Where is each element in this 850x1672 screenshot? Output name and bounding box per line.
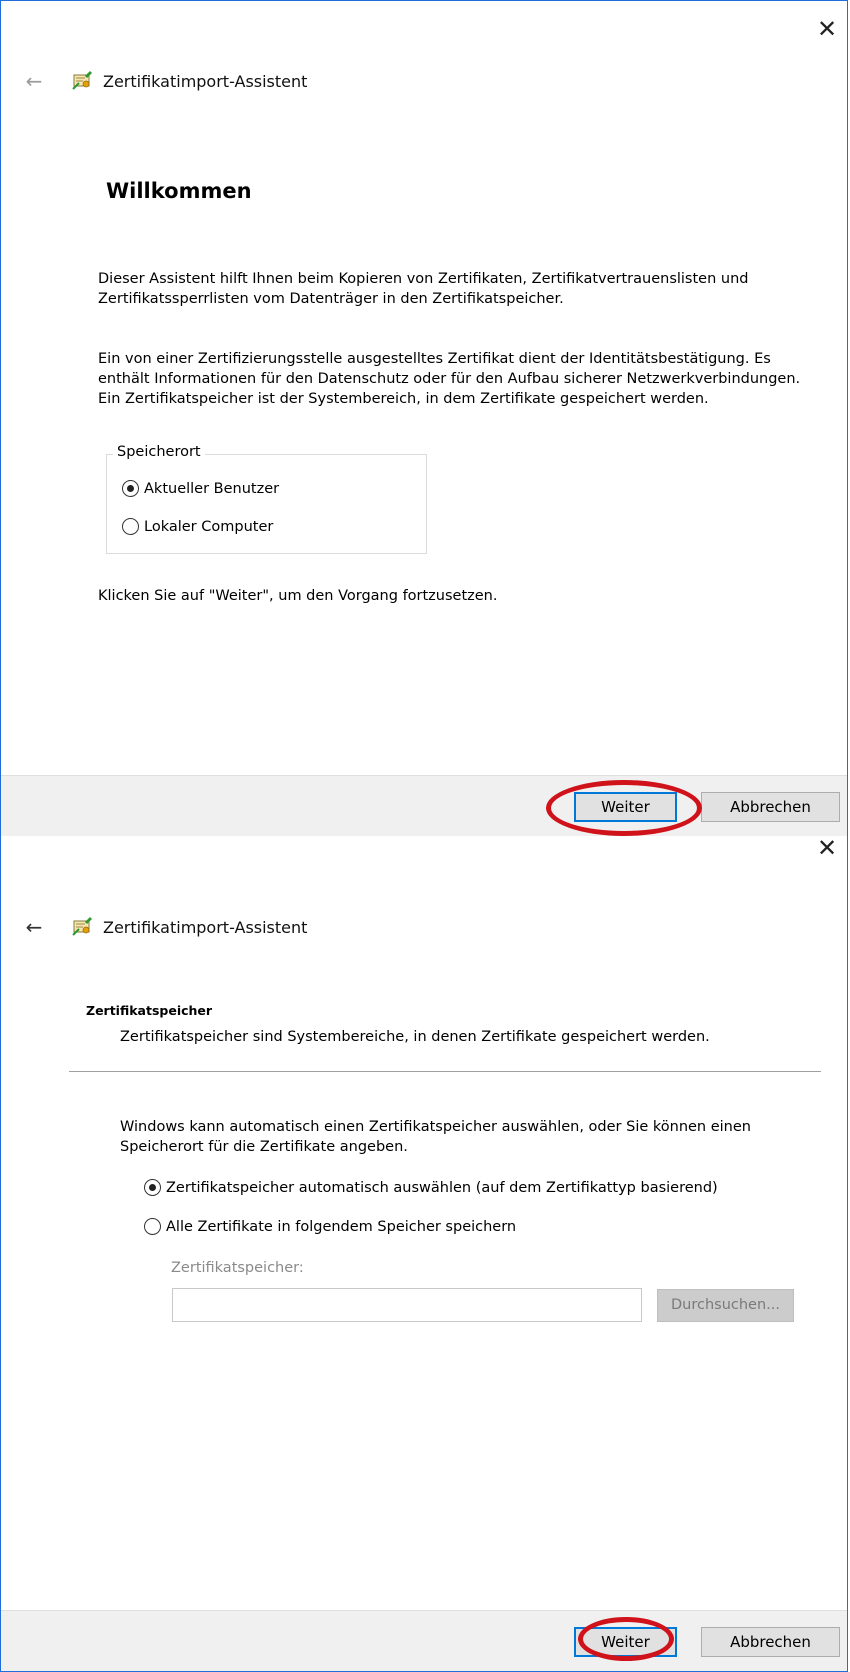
- certificate-icon: [72, 71, 92, 90]
- wizard-title-bar: ← Zertifikatimport-Assistent: [23, 66, 308, 96]
- radio-label: Aktueller Benutzer: [144, 480, 280, 497]
- store-location-group: Speicherort Aktueller Benutzer Lokaler C…: [106, 444, 427, 554]
- page-title: Willkommen: [106, 179, 252, 203]
- radio-button-unchecked[interactable]: [144, 1218, 161, 1235]
- store-field-label: Zertifikatspeicher:: [171, 1260, 304, 1276]
- browse-button[interactable]: Durchsuchen...: [657, 1289, 794, 1322]
- info-paragraph: Ein von einer Zertifizierungsstelle ausg…: [98, 351, 801, 407]
- radio-button-unchecked[interactable]: [122, 518, 139, 535]
- section-title: Zertifikatspeicher: [86, 1003, 213, 1018]
- store-location-legend: Speicherort: [113, 444, 205, 460]
- next-button[interactable]: Weiter: [574, 792, 677, 822]
- next-button[interactable]: Weiter: [574, 1627, 677, 1657]
- continue-hint: Klicken Sie auf "Weiter", um den Vorgang…: [98, 588, 498, 604]
- close-icon[interactable]: ✕: [813, 836, 841, 862]
- radio-local-computer[interactable]: Lokaler Computer: [122, 518, 273, 535]
- radio-manual-store[interactable]: Alle Zertifikate in folgendem Speicher s…: [144, 1218, 516, 1235]
- radio-label: Zertifikatspeicher automatisch auswählen…: [166, 1179, 718, 1196]
- wizard-title: Zertifikatimport-Assistent: [103, 71, 308, 91]
- store-field[interactable]: [172, 1288, 642, 1322]
- back-arrow-icon[interactable]: ←: [23, 70, 45, 92]
- back-arrow-icon[interactable]: ←: [23, 916, 45, 938]
- certificate-icon: [72, 917, 92, 936]
- cancel-button[interactable]: Abbrechen: [701, 792, 840, 822]
- radio-button-checked[interactable]: [122, 480, 139, 497]
- intro-paragraph: Dieser Assistent hilft Ihnen beim Kopier…: [98, 271, 749, 307]
- radio-label: Alle Zertifikate in folgendem Speicher s…: [166, 1218, 517, 1235]
- button-bar: Weiter Abbrechen: [1, 1610, 847, 1671]
- button-bar: Weiter Abbrechen: [1, 775, 847, 836]
- cancel-button[interactable]: Abbrechen: [701, 1627, 840, 1657]
- radio-auto-select-store[interactable]: Zertifikatspeicher automatisch auswählen…: [144, 1179, 718, 1196]
- radio-label: Lokaler Computer: [144, 518, 274, 535]
- wizard-title-bar: ← Zertifikatimport-Assistent: [23, 912, 308, 942]
- wizard-title: Zertifikatimport-Assistent: [103, 917, 308, 937]
- wizard-window-step1: ✕ ← Zertifikatimport-Assistent Willkomme…: [0, 0, 848, 836]
- close-icon[interactable]: ✕: [813, 15, 841, 43]
- divider: [69, 1071, 821, 1072]
- wizard-window-step2: ✕ ← Zertifikatimport-Assistent Zertifika…: [0, 836, 848, 1672]
- radio-current-user[interactable]: Aktueller Benutzer: [122, 480, 279, 497]
- store-description: Windows kann automatisch einen Zertifika…: [120, 1119, 751, 1155]
- radio-button-checked[interactable]: [144, 1179, 161, 1196]
- section-subtitle: Zertifikatspeicher sind Systembereiche, …: [120, 1029, 710, 1045]
